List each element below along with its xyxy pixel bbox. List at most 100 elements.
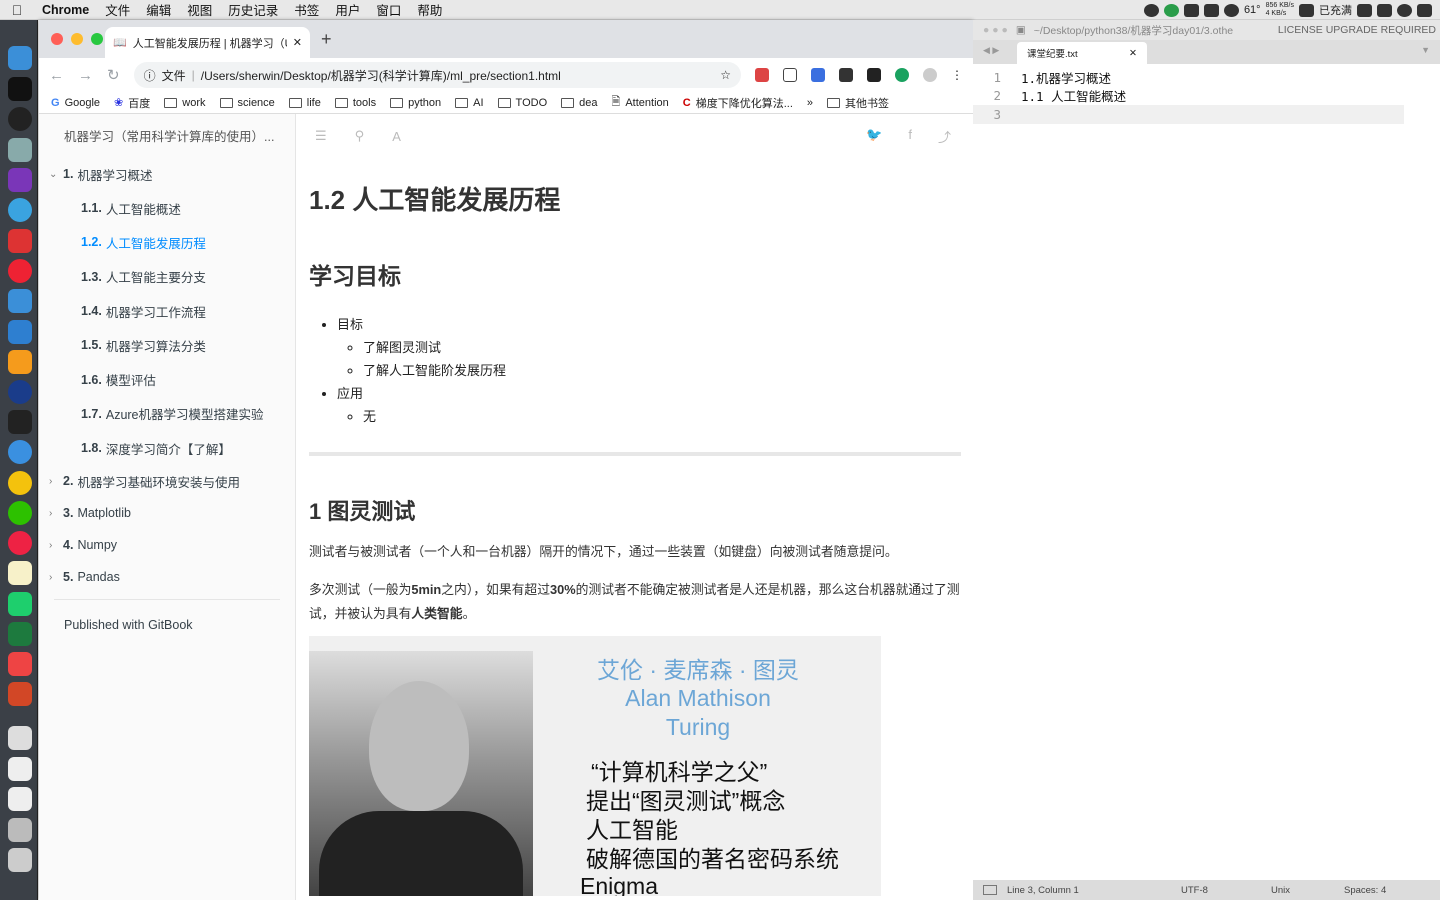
search-icon[interactable]: ⚲ bbox=[355, 128, 365, 144]
published-with-gitbook-link[interactable]: Published with GitBook bbox=[39, 600, 295, 650]
browser-icon[interactable] bbox=[8, 198, 32, 222]
forward-icon[interactable]: → bbox=[78, 67, 93, 84]
chrome-icon[interactable] bbox=[8, 471, 32, 495]
chevron-right-icon[interactable]: › bbox=[49, 508, 63, 519]
incognito-extension-icon[interactable] bbox=[867, 68, 881, 82]
star-icon[interactable]: ☆ bbox=[720, 68, 731, 82]
chevron-right-icon[interactable]: › bbox=[49, 572, 63, 583]
wechat-icon[interactable] bbox=[8, 501, 32, 525]
toc-item-1-3[interactable]: 1.3. 人工智能主要分支 bbox=[39, 260, 295, 294]
close-tab-icon[interactable]: ✕ bbox=[293, 36, 302, 49]
clock-icon[interactable] bbox=[1223, 3, 1239, 17]
upload-icon[interactable] bbox=[1163, 3, 1179, 17]
bookmark-baidu[interactable]: ❀ 百度 bbox=[114, 95, 150, 111]
share-icon[interactable]: ⤴ bbox=[938, 127, 951, 146]
tab-nav-arrows-icon[interactable]: ◀ ▶ bbox=[983, 45, 999, 56]
downloads-icon[interactable] bbox=[8, 818, 32, 842]
book-title[interactable]: 机器学习（常用科学计算库的使用）... bbox=[39, 114, 295, 157]
menu-list-icon[interactable] bbox=[1417, 3, 1432, 17]
menu-item-window[interactable]: 窗口 bbox=[368, 0, 409, 19]
netease-music-icon[interactable] bbox=[8, 531, 32, 555]
chevron-down-icon[interactable]: ⌄ bbox=[49, 169, 63, 180]
battery-icon[interactable] bbox=[1299, 3, 1314, 17]
toc-item-1-6[interactable]: 1.6. 模型评估 bbox=[39, 362, 295, 396]
finder-icon[interactable] bbox=[8, 46, 32, 70]
activity-monitor-icon[interactable] bbox=[8, 410, 32, 434]
screen-icon[interactable] bbox=[8, 320, 32, 344]
toc-item-1-5[interactable]: 1.5. 机器学习算法分类 bbox=[39, 328, 295, 362]
menu-item-edit[interactable]: 编辑 bbox=[138, 0, 179, 19]
indentation[interactable]: Spaces: 4 bbox=[1344, 885, 1386, 896]
address-bar[interactable]: ⓘ 文件 | /Users/sherwin/Desktop/机器学习(科学计算库… bbox=[133, 62, 741, 88]
file-icon[interactable] bbox=[8, 757, 32, 781]
x-extension-icon[interactable] bbox=[839, 68, 853, 82]
menu-item-file[interactable]: 文件 bbox=[97, 0, 138, 19]
menu-icon[interactable]: ☰ bbox=[315, 128, 327, 144]
apple-icon[interactable]:  bbox=[0, 2, 34, 18]
toc-item-1-8[interactable]: 1.8. 深度学习简介【了解】 bbox=[39, 431, 295, 465]
reload-icon[interactable]: ↻ bbox=[107, 66, 120, 84]
bookmark-folder-ai[interactable]: AI bbox=[455, 97, 484, 109]
back-icon[interactable]: ← bbox=[49, 67, 64, 84]
powerpoint-icon[interactable] bbox=[8, 682, 32, 706]
editor-text-area[interactable]: 1 1.机器学习概述 2 1.1 人工智能概述 3 bbox=[973, 64, 1440, 124]
menu-item-history[interactable]: 历史记录 bbox=[220, 0, 286, 19]
notes-icon[interactable] bbox=[8, 561, 32, 585]
profile-avatar[interactable] bbox=[923, 68, 937, 82]
excel-icon[interactable] bbox=[8, 622, 32, 646]
obs-icon[interactable] bbox=[8, 107, 32, 131]
menu-item-user[interactable]: 用户 bbox=[327, 0, 368, 19]
browser-tab[interactable]: 📖 人工智能发展历程 | 机器学习（U ✕ bbox=[105, 27, 310, 58]
bookmark-folder-dea[interactable]: dea bbox=[561, 97, 597, 109]
sublime-icon[interactable] bbox=[8, 350, 32, 374]
bookmark-folder-tools[interactable]: tools bbox=[334, 97, 376, 109]
menu-item-view[interactable]: 视图 bbox=[179, 0, 220, 19]
terminal-icon[interactable] bbox=[8, 77, 32, 101]
safari-icon[interactable] bbox=[8, 440, 32, 464]
jh-extension-icon[interactable] bbox=[811, 68, 825, 82]
grammarly-icon[interactable] bbox=[895, 68, 909, 82]
close-window-button[interactable] bbox=[51, 33, 63, 45]
panel-toggle-icon[interactable] bbox=[983, 885, 997, 895]
info-icon[interactable]: ⓘ bbox=[144, 67, 156, 84]
new-tab-button[interactable]: + bbox=[321, 29, 332, 50]
bookmark-extension-icon[interactable] bbox=[783, 68, 797, 82]
xmind-icon[interactable] bbox=[8, 652, 32, 676]
bookmarks-overflow[interactable]: » bbox=[807, 97, 813, 109]
chevron-right-icon[interactable]: › bbox=[49, 540, 63, 551]
bookmark-folder-python[interactable]: python bbox=[390, 97, 441, 109]
bookmark-folder-science[interactable]: science bbox=[219, 97, 275, 109]
bookmark-folder-life[interactable]: life bbox=[288, 97, 321, 109]
cloud-icon[interactable] bbox=[1183, 3, 1199, 17]
tray-icon[interactable] bbox=[1203, 3, 1219, 17]
netease-icon[interactable] bbox=[8, 229, 32, 253]
editor-tab[interactable]: 课堂纪要.txt ✕ bbox=[1017, 42, 1147, 64]
toc-item-2[interactable]: › 2. 机器学习基础环境安装与使用 bbox=[39, 465, 295, 497]
pycharm-icon[interactable] bbox=[8, 592, 32, 616]
onenote-icon[interactable] bbox=[8, 168, 32, 192]
bookmark-gradient-descent[interactable]: C 梯度下降优化算法... bbox=[683, 95, 793, 111]
menu-app-name[interactable]: Chrome bbox=[34, 3, 97, 17]
twitter-icon[interactable]: 🐦 bbox=[866, 127, 882, 146]
toc-item-1-7[interactable]: 1.7. Azure机器学习模型搭建实验 bbox=[39, 397, 295, 431]
wifi-icon[interactable] bbox=[1357, 3, 1372, 17]
chevron-right-icon[interactable]: › bbox=[49, 476, 63, 487]
document-icon[interactable] bbox=[8, 726, 32, 750]
tab-dropdown-icon[interactable]: ▼ bbox=[1421, 45, 1430, 55]
minimize-window-button[interactable] bbox=[71, 33, 83, 45]
close-tab-icon[interactable]: ✕ bbox=[1129, 48, 1137, 59]
app-store-icon[interactable] bbox=[8, 138, 32, 162]
menu-item-bookmarks[interactable]: 书签 bbox=[286, 0, 327, 19]
toc-item-1-4[interactable]: 1.4. 机器学习工作流程 bbox=[39, 294, 295, 328]
search-icon[interactable] bbox=[1397, 3, 1412, 17]
toc-item-5[interactable]: › 5. Pandas bbox=[39, 561, 295, 593]
encoding[interactable]: UTF-8 bbox=[1181, 885, 1208, 896]
facebook-icon[interactable]: f bbox=[908, 127, 912, 146]
volume-icon[interactable] bbox=[1377, 3, 1392, 17]
toc-item-1-2[interactable]: 1.2. 人工智能发展历程 bbox=[39, 225, 295, 259]
line-endings[interactable]: Unix bbox=[1271, 885, 1290, 896]
bookmark-google[interactable]: G Google bbox=[51, 97, 100, 109]
quicktime-icon[interactable] bbox=[8, 380, 32, 404]
bookmark-folder-todo[interactable]: TODO bbox=[497, 97, 547, 109]
font-settings-icon[interactable]: A bbox=[392, 129, 401, 144]
